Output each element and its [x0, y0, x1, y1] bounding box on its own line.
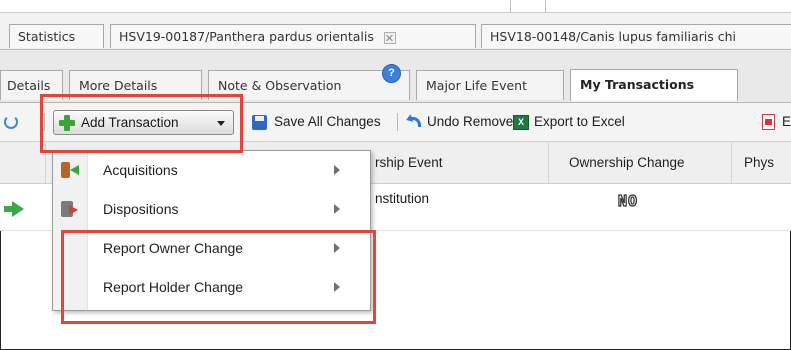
- grid-header-cell: [0, 142, 45, 183]
- undo-remove-label: Undo Remove: [427, 114, 514, 129]
- column-header-label: Phys: [744, 155, 775, 170]
- chevron-down-icon: [217, 121, 225, 126]
- add-transaction-label: Add Transaction: [81, 115, 179, 130]
- column-ownership-change[interactable]: Ownership Change: [548, 142, 731, 183]
- tab-my-transactions[interactable]: My Transactions: [570, 69, 738, 101]
- export-excel-label: Export to Excel: [534, 114, 625, 129]
- toolbar-separator: [397, 113, 398, 131]
- tab-label: My Transactions: [580, 77, 695, 92]
- menu-item-label: Dispositions: [103, 201, 179, 217]
- toolbar-separator: [44, 113, 45, 131]
- top-strip-divider: [545, 0, 546, 12]
- tab-label: Major Life Event: [426, 78, 527, 93]
- menu-item-report-owner-change[interactable]: Report Owner Change: [53, 229, 370, 267]
- submenu-arrow-icon: [334, 282, 340, 292]
- submenu-arrow-icon: [334, 165, 340, 175]
- submenu-arrow-icon: [334, 243, 340, 253]
- sub-tab-bar: Details More Details Note & Observation …: [0, 50, 791, 103]
- submenu-arrow-icon: [334, 204, 340, 214]
- acquisition-arrow-icon: [4, 201, 24, 217]
- excel-icon: X: [513, 115, 529, 130]
- close-icon[interactable]: [383, 31, 396, 44]
- menu-item-acquisitions[interactable]: Acquisitions: [53, 151, 370, 189]
- column-header-label: Ownership Change: [569, 155, 685, 170]
- tab-hsv19-00187[interactable]: HSV19-00187/Panthera pardus orientalis: [110, 24, 476, 48]
- main-tab-bar: Statistics HSV19-00187/Panthera pardus o…: [0, 13, 791, 50]
- tab-major-life-event[interactable]: Major Life Event: [416, 70, 564, 100]
- top-strip-divider: [510, 0, 511, 12]
- tab-label: Statistics: [18, 29, 76, 44]
- menu-item-label: Report Holder Change: [103, 279, 244, 295]
- cell-text: nstitution: [375, 191, 430, 206]
- tab-label: More Details: [79, 78, 158, 93]
- ownership-change-cell: NO: [618, 184, 718, 230]
- tab-note-observation[interactable]: Note & Observation ?: [208, 64, 410, 100]
- column-ownership-event[interactable]: rship Event: [375, 142, 548, 183]
- help-icon[interactable]: ?: [382, 64, 401, 83]
- tab-label: HSV18-00148/Canis lupus familiaris chi: [490, 29, 736, 44]
- tab-label: HSV19-00187/Panthera pardus orientalis: [119, 29, 374, 44]
- column-header-label: rship Event: [375, 155, 443, 170]
- save-all-label: Save All Changes: [274, 114, 381, 129]
- add-transaction-menu: Acquisitions Dispositions Report Owner C…: [52, 150, 371, 311]
- tab-more-details[interactable]: More Details: [69, 70, 202, 100]
- save-icon: [252, 115, 267, 130]
- ownership-change-value: NO: [618, 191, 639, 210]
- tab-label: Details: [7, 78, 51, 93]
- export-pdf-label: E: [782, 114, 791, 129]
- refresh-icon[interactable]: [4, 115, 18, 129]
- ownership-event-cell: nstitution: [375, 184, 548, 230]
- add-icon: [59, 115, 75, 131]
- tab-details[interactable]: Details: [0, 70, 63, 100]
- toolbar-separator: [242, 113, 243, 131]
- top-strip: [0, 0, 791, 13]
- tab-hsv18-00148[interactable]: HSV18-00148/Canis lupus familiaris chi: [481, 24, 791, 48]
- menu-item-report-holder-change[interactable]: Report Holder Change: [53, 268, 370, 306]
- toolbar: Add Transaction Save All Changes Undo Re…: [0, 103, 791, 142]
- tab-label: Note & Observation: [218, 78, 342, 93]
- add-transaction-button[interactable]: Add Transaction: [53, 110, 234, 135]
- menu-item-label: Acquisitions: [103, 162, 178, 178]
- menu-item-dispositions[interactable]: Dispositions: [53, 190, 370, 228]
- column-physical[interactable]: Phys: [731, 142, 791, 183]
- pdf-icon: [762, 114, 775, 130]
- dispositions-icon: [61, 200, 79, 218]
- tab-statistics[interactable]: Statistics: [9, 24, 104, 48]
- acquisitions-icon: [61, 161, 79, 179]
- menu-item-label: Report Owner Change: [103, 240, 244, 256]
- undo-icon: [406, 115, 422, 129]
